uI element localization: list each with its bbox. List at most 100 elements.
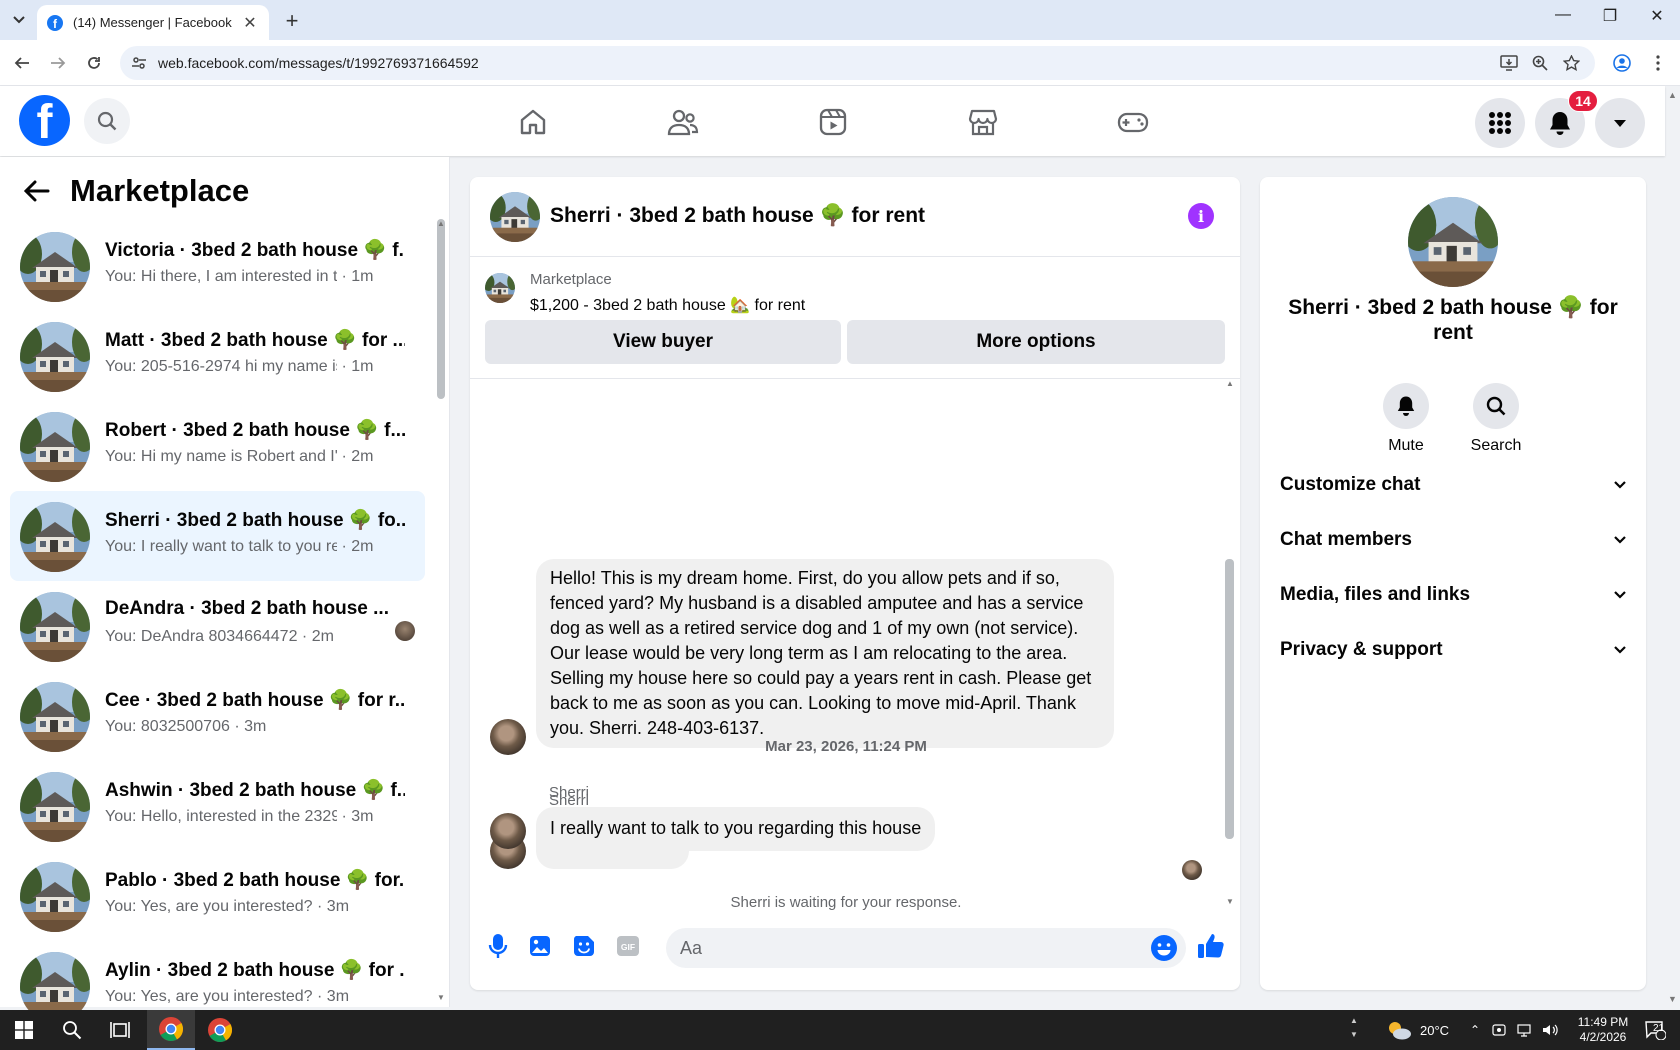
tab-search-button[interactable] bbox=[6, 9, 32, 31]
preview-time: · 3m bbox=[341, 808, 374, 825]
page-scroll-up-icon[interactable]: ▲ bbox=[1668, 90, 1677, 100]
chat-members-section[interactable]: Chat members bbox=[1280, 520, 1626, 560]
chat-scrollbar[interactable] bbox=[1225, 559, 1234, 839]
gif-icon[interactable]: GIF bbox=[614, 932, 642, 960]
clock-date: 4/2/2026 bbox=[1579, 1030, 1627, 1044]
maximize-button[interactable]: ❐ bbox=[1587, 6, 1633, 26]
facebook-search-button[interactable] bbox=[84, 98, 130, 144]
chat-scroll-down-icon[interactable]: ▼ bbox=[1226, 897, 1234, 906]
info-icon[interactable]: i bbox=[1188, 203, 1214, 229]
more-options-button[interactable]: More options bbox=[847, 320, 1225, 364]
sidebar-scroll-up-icon[interactable]: ▲ bbox=[437, 219, 445, 228]
conversation-name: DeAndra · 3bed 2 bath house ... bbox=[105, 598, 389, 619]
back-arrow-icon[interactable] bbox=[11, 52, 33, 74]
emoji-icon[interactable] bbox=[1150, 934, 1178, 962]
chevron-down-icon bbox=[1614, 646, 1626, 654]
browser-tab[interactable]: f (14) Messenger | Facebook ✕ bbox=[37, 5, 269, 40]
install-app-icon[interactable] bbox=[1500, 55, 1518, 71]
tray-expand-icon[interactable]: ⌃ bbox=[1470, 1023, 1480, 1037]
sticker-icon[interactable] bbox=[570, 932, 598, 960]
url-text: web.facebook.com/messages/t/199276937166… bbox=[158, 55, 479, 71]
taskbar-search-icon[interactable] bbox=[48, 1010, 96, 1050]
forward-arrow-icon[interactable] bbox=[47, 52, 69, 74]
taskbar-clock[interactable]: 11:49 PM 4/2/2026 bbox=[1562, 1015, 1644, 1045]
sidebar-scrollbar[interactable] bbox=[437, 219, 445, 399]
page-scroll-down-icon[interactable]: ▼ bbox=[1668, 994, 1677, 1004]
message-composer: GIF Aa bbox=[470, 907, 1240, 990]
home-icon[interactable] bbox=[516, 105, 550, 139]
message-input[interactable]: Aa bbox=[666, 928, 1186, 968]
long-message-bubble: Hello! This is my dream home. First, do … bbox=[536, 559, 1114, 748]
account-button[interactable] bbox=[1595, 98, 1645, 148]
tab-title: (14) Messenger | Facebook bbox=[73, 15, 232, 30]
sender-avatar[interactable] bbox=[490, 813, 526, 849]
conversation-info-panel: Sherri · 3bed 2 bath house 🌳 for rent Mu… bbox=[1260, 177, 1646, 990]
address-bar[interactable]: web.facebook.com/messages/t/199276937166… bbox=[120, 46, 1595, 80]
network-icon[interactable] bbox=[1516, 1023, 1532, 1037]
conversation-preview: You: Yes, are you interested? · 3m bbox=[105, 988, 405, 1006]
conversation-item[interactable]: Sherri · 3bed 2 bath house 🌳 fo... You: I… bbox=[10, 491, 425, 581]
chat-avatar[interactable] bbox=[490, 192, 540, 242]
listing-thumbnail[interactable] bbox=[485, 273, 515, 303]
conversation-preview: You: I really want to talk to you reg...… bbox=[105, 538, 405, 556]
chat-title[interactable]: Sherri · 3bed 2 bath house 🌳 for rent bbox=[550, 204, 925, 228]
conversation-item[interactable]: Pablo · 3bed 2 bath house 🌳 for... You: Y… bbox=[10, 851, 425, 941]
view-buyer-button[interactable]: View buyer bbox=[485, 320, 841, 364]
chrome-profile-taskbar-icon[interactable] bbox=[196, 1010, 244, 1050]
weather-widget[interactable]: 20°C bbox=[1386, 1010, 1449, 1050]
gaming-icon[interactable] bbox=[1116, 105, 1150, 139]
customize-chat-section[interactable]: Customize chat bbox=[1280, 465, 1626, 505]
menu-grid-button[interactable] bbox=[1475, 98, 1525, 148]
media-files-links-section[interactable]: Media, files and links bbox=[1280, 575, 1626, 615]
search-icon bbox=[97, 111, 117, 131]
conversation-item[interactable]: Victoria · 3bed 2 bath house 🌳 f... You: … bbox=[10, 221, 425, 311]
conversation-item[interactable]: Ashwin · 3bed 2 bath house 🌳 f... You: He… bbox=[10, 761, 425, 851]
marketplace-icon[interactable] bbox=[966, 105, 1000, 139]
new-tab-button[interactable]: + bbox=[280, 8, 304, 34]
conversation-preview: You: Hello, interested in the 2329 Bl...… bbox=[105, 808, 405, 826]
meet-icon[interactable] bbox=[1492, 1023, 1506, 1037]
taskbar-scroll-icon[interactable]: ▲ ▼ bbox=[1350, 1014, 1358, 1042]
back-arrow-icon[interactable] bbox=[24, 180, 50, 202]
task-view-icon[interactable] bbox=[96, 1010, 144, 1050]
bookmark-star-icon[interactable] bbox=[1563, 55, 1580, 71]
conversation-avatar bbox=[20, 682, 90, 752]
video-icon[interactable] bbox=[816, 105, 850, 139]
like-thumb-icon[interactable] bbox=[1197, 932, 1225, 960]
chat-scroll-up-icon[interactable]: ▲ bbox=[1226, 379, 1234, 388]
preview-time: · 3m bbox=[317, 898, 350, 915]
windows-start-icon[interactable] bbox=[0, 1010, 48, 1050]
mute-button[interactable]: Mute bbox=[1366, 383, 1446, 455]
clock-time: 11:49 PM bbox=[1577, 1015, 1629, 1029]
conversation-name: Aylin · 3bed 2 bath house 🌳 for ... bbox=[105, 960, 405, 981]
conversation-item[interactable]: Cee · 3bed 2 bath house 🌳 for r... You: 8… bbox=[10, 671, 425, 761]
search-label: Search bbox=[1470, 437, 1522, 454]
site-settings-icon[interactable] bbox=[131, 55, 147, 71]
listing-price[interactable]: $1,200 - 3bed 2 bath house 🏡 for rent bbox=[530, 295, 805, 315]
chrome-taskbar-icon[interactable] bbox=[147, 1010, 195, 1050]
microphone-icon[interactable] bbox=[484, 932, 512, 960]
reload-icon[interactable] bbox=[83, 52, 105, 74]
window-close-button[interactable]: ✕ bbox=[1634, 6, 1680, 26]
notification-center-button[interactable]: 21 bbox=[1644, 1010, 1666, 1050]
preview-time: · 1m bbox=[341, 268, 374, 285]
facebook-logo[interactable]: f bbox=[19, 95, 70, 146]
profile-icon[interactable] bbox=[1611, 52, 1633, 74]
browser-menu-icon[interactable] bbox=[1647, 52, 1669, 74]
conversation-item[interactable]: DeAndra · 3bed 2 bath house ... You: DeAn… bbox=[10, 581, 425, 671]
tab-close-icon[interactable]: ✕ bbox=[241, 13, 259, 33]
sidebar-title: Marketplace bbox=[70, 173, 250, 208]
conversation-item[interactable]: Robert · 3bed 2 bath house 🌳 f... You: Hi… bbox=[10, 401, 425, 491]
zoom-icon[interactable] bbox=[1532, 55, 1548, 71]
preview-time: · 2m bbox=[341, 538, 374, 555]
volume-icon[interactable] bbox=[1542, 1023, 1558, 1037]
photo-icon[interactable] bbox=[526, 932, 554, 960]
privacy-support-section[interactable]: Privacy & support bbox=[1280, 630, 1626, 670]
sidebar-scroll-down-icon[interactable]: ▼ bbox=[437, 993, 445, 1002]
minimize-button[interactable]: — bbox=[1540, 6, 1586, 24]
search-in-chat-button[interactable]: Search bbox=[1456, 383, 1536, 455]
conversation-preview: You: Hi my name is Robert and I'm ... · … bbox=[105, 448, 405, 466]
friends-icon[interactable] bbox=[666, 105, 700, 139]
conversation-item[interactable]: Matt · 3bed 2 bath house 🌳 for ... You: 2… bbox=[10, 311, 425, 401]
info-avatar[interactable] bbox=[1408, 197, 1498, 287]
